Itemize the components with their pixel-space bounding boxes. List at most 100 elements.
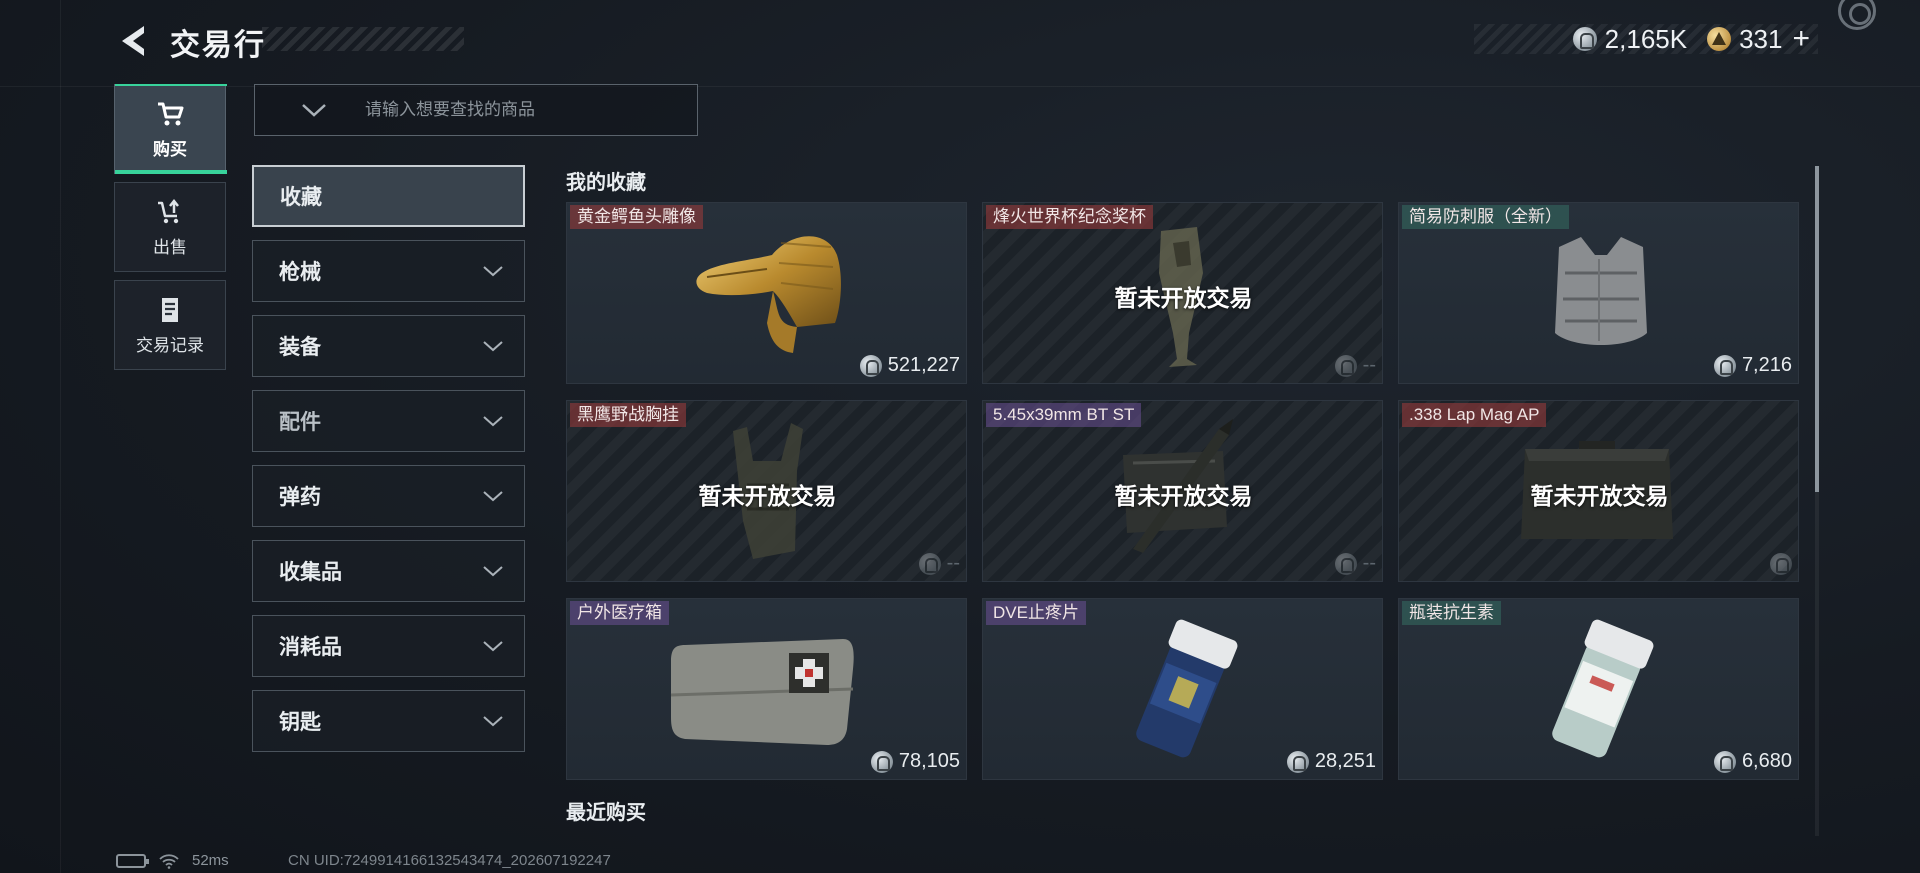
item-price-value: 28,251 — [1314, 750, 1376, 772]
item-price: 521,227 — [859, 354, 960, 377]
chevron-down-icon — [483, 416, 503, 427]
add-currency-button[interactable]: + — [1792, 22, 1810, 56]
silver-coin-icon — [1572, 27, 1597, 51]
gold-currency[interactable]: 331 + — [1707, 22, 1810, 56]
page-title: 交易行 — [170, 29, 266, 62]
nav-label: 交易记录 — [136, 335, 204, 355]
chevron-down-icon — [483, 266, 503, 277]
silver-coin-icon — [1713, 354, 1736, 377]
item-card[interactable]: 瓶装抗生素 6,680 — [1398, 598, 1799, 780]
category-equipment[interactable]: 装备 — [252, 315, 525, 377]
category-keys[interactable]: 钥匙 — [252, 690, 525, 752]
item-name-tag: 黄金鳄鱼头雕像 — [570, 205, 703, 229]
not-tradable-label: 暂未开放交易 — [1114, 285, 1253, 311]
item-price-value: -- — [1362, 552, 1376, 574]
back-arrow-icon — [122, 26, 144, 56]
silver-amount: 2,165K — [1604, 23, 1688, 54]
item-name-tag: DVE止疼片 — [986, 601, 1086, 625]
not-tradable-label: 暂未开放交易 — [1114, 483, 1253, 509]
category-collectibles[interactable]: 收集品 — [252, 540, 525, 602]
category-consumables[interactable]: 消耗品 — [252, 615, 525, 677]
item-card[interactable]: 烽火世界杯纪念奖杯 暂未开放交易 -- — [982, 202, 1383, 384]
item-card[interactable]: 5.45x39mm BT ST 暂未开放交易 -- — [982, 400, 1383, 582]
silver-coin-icon — [1770, 553, 1792, 575]
category-attachments[interactable]: 配件 — [252, 390, 525, 452]
item-price-value: -- — [946, 552, 960, 574]
chevron-down-icon — [483, 641, 503, 652]
silver-coin-icon — [870, 750, 893, 773]
scrollbar-thumb[interactable] — [1815, 166, 1819, 492]
category-label: 弹药 — [279, 486, 321, 509]
nav-label: 购买 — [153, 139, 187, 159]
category-label: 收集品 — [279, 561, 342, 584]
silver-currency: 2,165K — [1572, 23, 1688, 55]
item-name-tag: 简易防刺服（全新） — [1402, 205, 1569, 229]
item-name-tag: 瓶装抗生素 — [1402, 601, 1501, 625]
chevron-down-icon — [483, 716, 503, 727]
item-card[interactable]: 户外医疗箱 78,105 — [566, 598, 967, 780]
category-ammo[interactable]: 弹药 — [252, 465, 525, 527]
item-card[interactable]: 简易防刺服（全新） 7,216 — [1398, 202, 1799, 384]
item-price-value: 6,680 — [1741, 750, 1792, 772]
item-price: 78,105 — [870, 750, 960, 773]
item-name-tag: 烽火世界杯纪念奖杯 — [986, 205, 1153, 229]
not-tradable-label: 暂未开放交易 — [1530, 483, 1669, 509]
nav-sell[interactable]: 出售 — [114, 182, 226, 272]
item-card[interactable]: .338 Lap Mag AP 暂未开放交易 — [1398, 400, 1799, 582]
item-price-value: -- — [1362, 354, 1376, 376]
category-guns[interactable]: 枪械 — [252, 240, 525, 302]
item-name-tag: 5.45x39mm BT ST — [986, 403, 1142, 427]
chevron-down-icon — [483, 566, 503, 577]
item-price: 7,216 — [1713, 354, 1792, 377]
item-name-tag: .338 Lap Mag AP — [1402, 403, 1547, 427]
search-bar[interactable] — [254, 84, 698, 136]
silver-coin-icon — [1334, 354, 1357, 377]
nav-trade-history[interactable]: 交易记录 — [114, 280, 226, 370]
gold-coin-icon — [1707, 27, 1732, 51]
settings-ring-icon[interactable] — [1838, 0, 1876, 30]
search-input[interactable] — [365, 100, 665, 120]
category-label: 装备 — [279, 336, 321, 359]
silver-coin-icon — [1334, 552, 1357, 575]
category-label: 收藏 — [280, 186, 322, 209]
sell-icon — [158, 198, 179, 223]
item-card[interactable]: DVE止疼片 28,251 — [982, 598, 1383, 780]
item-price: 28,251 — [1286, 750, 1376, 773]
title-decoration — [262, 27, 464, 51]
item-card[interactable]: 黑鹰野战胸挂 暂未开放交易 -- — [566, 400, 967, 582]
record-icon — [162, 297, 178, 322]
item-price: -- — [1334, 354, 1376, 377]
item-card[interactable]: 黄金鳄鱼头雕像 521,227 — [566, 202, 967, 384]
back-button[interactable] — [114, 22, 152, 60]
section-title-recent: 最近购买 — [566, 802, 646, 824]
nav-buy[interactable]: 购买 — [114, 84, 227, 174]
chevron-down-icon — [483, 491, 503, 502]
silver-coin-icon — [918, 552, 941, 575]
cart-icon — [158, 102, 184, 125]
ping-value: 52ms — [192, 852, 229, 869]
gold-amount: 331 — [1739, 23, 1783, 54]
chevron-down-icon[interactable] — [299, 100, 329, 120]
item-price: 6,680 — [1713, 750, 1792, 773]
item-name-tag: 黑鹰野战胸挂 — [570, 403, 686, 427]
item-price — [1770, 553, 1792, 575]
item-price-value: 78,105 — [898, 750, 960, 772]
item-price-value: 7,216 — [1741, 354, 1792, 376]
category-label: 配件 — [279, 411, 321, 434]
category-label: 钥匙 — [279, 711, 321, 734]
nav-label: 出售 — [153, 237, 187, 257]
user-uid: CN UID:7249914166132543474_202607192247 — [288, 852, 611, 869]
chevron-down-icon — [483, 341, 503, 352]
item-price-value: 521,227 — [887, 354, 960, 376]
wifi-icon — [159, 853, 179, 869]
battery-icon — [116, 853, 149, 868]
category-label: 消耗品 — [279, 636, 342, 659]
silver-coin-icon — [859, 354, 882, 377]
item-price: -- — [1334, 552, 1376, 575]
category-favorites[interactable]: 收藏 — [252, 165, 525, 227]
category-label: 枪械 — [279, 261, 321, 284]
item-name-tag: 户外医疗箱 — [570, 601, 669, 625]
background-line — [60, 0, 61, 873]
silver-coin-icon — [1286, 750, 1309, 773]
section-title-favorites: 我的收藏 — [566, 172, 646, 194]
